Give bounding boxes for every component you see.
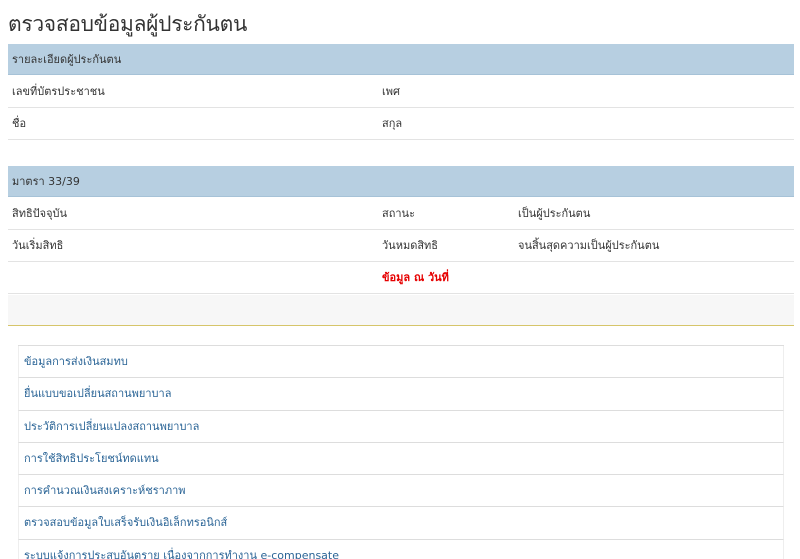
first-name-label: ชื่อ (12, 117, 27, 130)
dates-row: วันเริ่มสิทธิ วันหมดสิทธิ จนสิ้นสุดความเ… (8, 230, 794, 262)
link-benefits-usage[interactable]: การใช้สิทธิประโยชน์ทดแทน (18, 442, 784, 476)
link-e-receipt-check[interactable]: ตรวจสอบข้อมูลใบเสร็จรับเงินอิเล็กทรอนิกส… (18, 507, 784, 540)
as-of-row: ข้อมูล ณ วันที่ (8, 262, 794, 294)
rights-label: สิทธิปัจจุบัน (12, 207, 68, 220)
as-of-label: ข้อมูล ณ วันที่ (382, 271, 449, 284)
status-value: เป็นผู้ประกันตน (518, 207, 591, 220)
end-date-value: จนสิ้นสุดความเป็นผู้ประกันตน (518, 239, 660, 252)
service-links-list: ข้อมูลการส่งเงินสมทบ ยื่นแบบขอเปลี่ยนสถา… (18, 345, 784, 559)
end-date-label: วันหมดสิทธิ (382, 239, 439, 252)
id-card-label: เลขที่บัตรประชาชน (12, 85, 105, 98)
link-contribution-history[interactable]: ข้อมูลการส่งเงินสมทบ (18, 346, 784, 379)
page-title: ตรวจสอบข้อมูลผู้ประกันตน (8, 12, 248, 36)
rights-row: สิทธิปัจจุบัน สถานะ เป็นผู้ประกันตน (8, 198, 794, 230)
status-label: สถานะ (382, 207, 415, 220)
section-3339-header: มาตรา 33/39 (8, 166, 794, 197)
section-footer (8, 295, 794, 326)
id-card-row: เลขที่บัตรประชาชน เพศ (8, 76, 794, 108)
link-change-hospital-request[interactable]: ยื่นแบบขอเปลี่ยนสถานพยาบาล (18, 378, 784, 411)
insured-details-header: รายละเอียดผู้ประกันตน (8, 44, 794, 75)
link-e-compensate[interactable]: ระบบแจ้งการประสบอันตราย เนื่องจากการทำงา… (18, 539, 784, 559)
link-pension-calculation[interactable]: การคำนวณเงินสงเคราะห์ชราภาพ (18, 475, 784, 508)
link-hospital-change-history[interactable]: ประวัติการเปลี่ยนแปลงสถานพยาบาล (18, 410, 784, 443)
last-name-label: สกุล (382, 117, 403, 130)
start-date-label: วันเริ่มสิทธิ (12, 239, 64, 252)
gender-label: เพศ (382, 85, 400, 98)
name-row: ชื่อ สกุล (8, 108, 794, 140)
